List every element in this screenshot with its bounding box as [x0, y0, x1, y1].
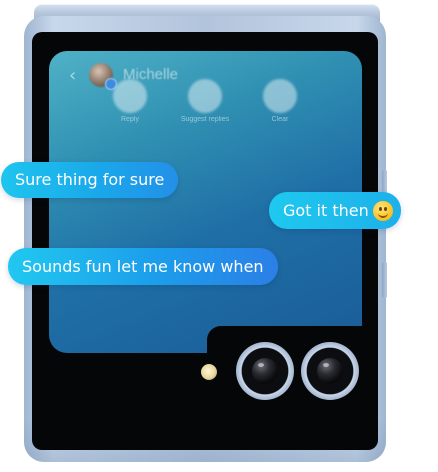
- message-bubble-incoming: Sure thing for sure: [1, 162, 179, 198]
- flash-icon: [201, 364, 217, 380]
- reply-icon[interactable]: [113, 79, 147, 113]
- message-bubble-outgoing: Got it then: [269, 192, 401, 229]
- reply-action[interactable]: Reply: [95, 79, 165, 123]
- ultrawide-camera-icon: [301, 342, 359, 400]
- quick-actions: Reply Suggest replies Clear: [49, 79, 362, 135]
- message-text: Sure thing for sure: [15, 170, 165, 189]
- message-bubble-incoming: Sounds fun let me know when: [8, 248, 278, 285]
- reply-label: Reply: [121, 116, 139, 123]
- message-text: Sounds fun let me know when: [22, 256, 264, 276]
- clear-action[interactable]: Clear: [245, 79, 315, 123]
- back-arrow-icon[interactable]: ‹: [69, 65, 76, 86]
- suggest-replies-label: Suggest replies: [180, 116, 230, 123]
- smiley-emoji-icon: [372, 200, 393, 221]
- clear-icon[interactable]: [263, 79, 297, 113]
- message-text: Got it then: [283, 200, 369, 220]
- clear-label: Clear: [271, 116, 289, 123]
- wide-camera-icon: [236, 342, 294, 400]
- suggest-replies-icon[interactable]: [188, 79, 222, 113]
- side-key: [382, 262, 387, 298]
- suggest-replies-action[interactable]: Suggest replies: [170, 79, 240, 123]
